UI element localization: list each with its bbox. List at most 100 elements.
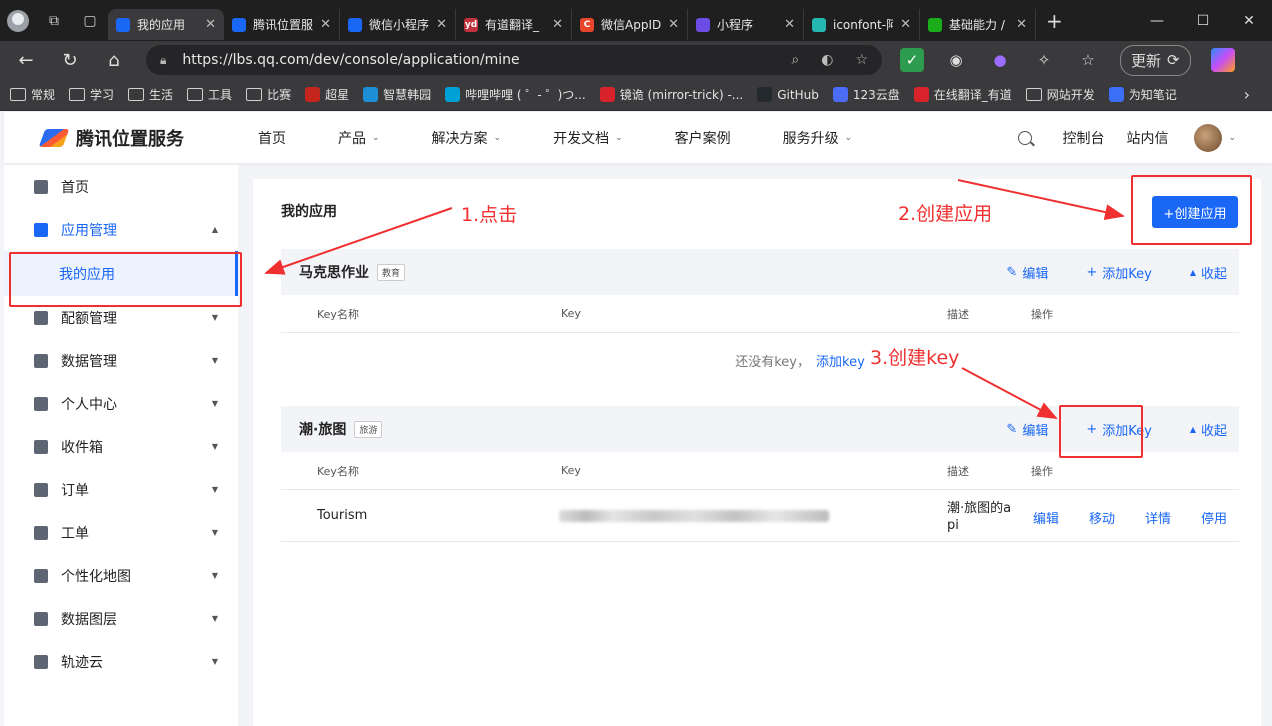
- tab-close-icon[interactable]: ✕: [552, 17, 563, 32]
- sidebar-item[interactable]: 工单 ▼: [4, 511, 238, 554]
- lock-icon[interactable]: 🔒︎: [160, 53, 166, 68]
- zoom-search-icon[interactable]: ⌕: [791, 52, 799, 68]
- bookmark-item[interactable]: 哔哩哔哩 ( ゜- ゜)つ...: [445, 86, 586, 103]
- empty-state: 还没有key， 添加key: [281, 333, 1239, 387]
- bookmark-item[interactable]: 智慧韩园: [363, 86, 431, 103]
- console-link[interactable]: 控制台: [1062, 128, 1104, 148]
- back-icon[interactable]: ←: [4, 50, 48, 71]
- nav-item[interactable]: 服务升级 ⌄: [757, 112, 879, 163]
- nav-item[interactable]: 解决方案 ⌄: [406, 112, 528, 163]
- bookmark-label: 比赛: [267, 88, 292, 102]
- plus-icon: +: [1086, 264, 1098, 280]
- browser-tab[interactable]: iconfont-阿 ✕: [804, 9, 920, 40]
- pencil-icon: ✎: [1006, 264, 1018, 280]
- browser-tab[interactable]: 腾讯位置服 ✕: [224, 9, 340, 40]
- reload-icon[interactable]: ↻: [48, 50, 92, 71]
- bookmarks-more-icon[interactable]: ›: [1244, 85, 1250, 104]
- messages-link[interactable]: 站内信: [1126, 128, 1168, 148]
- extension-owl-icon[interactable]: ◉: [944, 48, 968, 72]
- bookmark-label: 为知笔记: [1128, 88, 1177, 102]
- tab-close-icon[interactable]: ✕: [436, 17, 447, 32]
- nav-item[interactable]: 开发文档 ⌄: [527, 112, 649, 163]
- maximize-button[interactable]: ☐: [1180, 13, 1226, 29]
- user-menu[interactable]: ⌄: [1190, 123, 1236, 152]
- nav-item[interactable]: 首页: [232, 112, 312, 163]
- translate-icon[interactable]: ◐: [821, 52, 833, 68]
- bookmark-item[interactable]: 镜诡 (mirror-trick) -...: [599, 86, 743, 103]
- chevron-down-icon: ⌄: [493, 132, 502, 143]
- bookmark-item[interactable]: 常规: [10, 86, 55, 103]
- bookmark-item[interactable]: 学习: [69, 86, 114, 103]
- tab-close-icon[interactable]: ✕: [784, 17, 795, 32]
- sidebar-item[interactable]: 首页: [4, 165, 238, 208]
- tab-actions-icon[interactable]: ▢: [72, 0, 108, 41]
- bookmark-item[interactable]: 生活: [128, 86, 173, 103]
- browser-tab[interactable]: 基础能力 / ✕: [920, 9, 1036, 40]
- favorite-star-icon[interactable]: ☆: [855, 52, 868, 68]
- extensions-puzzle-icon[interactable]: ✧: [1032, 48, 1056, 72]
- bookmark-item[interactable]: GitHub: [757, 87, 819, 102]
- browser-tab[interactable]: 小程序 ✕: [688, 9, 804, 40]
- tab-close-icon[interactable]: ✕: [900, 17, 911, 32]
- browser-tab[interactable]: 微信小程序 ✕: [340, 9, 456, 40]
- browser-tab[interactable]: yd 有道翻译_ ✕: [456, 9, 572, 40]
- collapse-button[interactable]: ▲ 收起: [1190, 263, 1227, 282]
- sidebar-item[interactable]: 数据管理 ▼: [4, 339, 238, 382]
- edit-app-button[interactable]: ✎ 编辑: [1006, 420, 1048, 439]
- collapse-button[interactable]: ▲ 收起: [1190, 420, 1227, 439]
- site-logo[interactable]: 腾讯位置服务: [40, 125, 184, 151]
- row-edit-link[interactable]: 编辑: [1033, 508, 1059, 527]
- shield-extension-icon[interactable]: ✓: [900, 48, 924, 72]
- row-move-link[interactable]: 移动: [1089, 508, 1115, 527]
- favorites-icon[interactable]: ☆: [1076, 48, 1100, 72]
- tab-close-icon[interactable]: ✕: [320, 17, 331, 32]
- sidebar-item[interactable]: 轨迹云 ▼: [4, 640, 238, 683]
- bookmark-item[interactable]: 超星: [305, 86, 349, 103]
- copilot-icon[interactable]: [1210, 48, 1235, 72]
- caret-down-icon: ▼: [211, 356, 218, 365]
- tab-close-icon[interactable]: ✕: [1016, 17, 1027, 32]
- extension-face-icon[interactable]: ●: [988, 48, 1012, 72]
- sidebar-item[interactable]: 收件箱 ▼: [4, 425, 238, 468]
- tab-close-icon[interactable]: ✕: [205, 17, 216, 32]
- tab-title: 微信AppID: [601, 18, 662, 32]
- sidebar-item[interactable]: 应用管理 ▲: [4, 208, 238, 251]
- chevron-down-icon: ⌄: [1228, 132, 1236, 143]
- profile-button[interactable]: [0, 0, 36, 41]
- tab-close-icon[interactable]: ✕: [668, 17, 679, 32]
- bookmark-item[interactable]: 123云盘: [832, 86, 900, 103]
- sidebar-item[interactable]: 个人中心 ▼: [4, 382, 238, 425]
- bookmark-item[interactable]: 网站开发: [1025, 86, 1095, 103]
- bookmark-item[interactable]: 比赛: [246, 86, 291, 103]
- bookmark-item[interactable]: 工具: [187, 86, 232, 103]
- row-disable-link[interactable]: 停用: [1201, 508, 1227, 527]
- update-icon: ⟳: [1167, 51, 1180, 69]
- update-button[interactable]: 更新 ⟳: [1120, 44, 1191, 76]
- search-icon[interactable]: [1018, 130, 1033, 145]
- edit-app-button[interactable]: ✎ 编辑: [1006, 263, 1048, 282]
- new-tab-button[interactable]: +: [1046, 9, 1063, 33]
- bookmark-item[interactable]: 在线翻译_有道: [913, 86, 1012, 103]
- bookmark-item[interactable]: 为知笔记: [1108, 86, 1177, 103]
- url-text[interactable]: https://lbs.qq.com/dev/console/applicati…: [182, 52, 769, 68]
- browser-tab[interactable]: 我的应用 ✕: [108, 9, 224, 40]
- workspaces-icon[interactable]: ⧉: [36, 0, 72, 41]
- close-window-button[interactable]: ✕: [1226, 13, 1272, 29]
- tab-favicon-icon: [928, 17, 942, 32]
- minimize-button[interactable]: —: [1134, 13, 1180, 29]
- sidebar-item[interactable]: 订单 ▼: [4, 468, 238, 511]
- row-details-link[interactable]: 详情: [1145, 508, 1171, 527]
- nav-item[interactable]: 客户案例: [649, 112, 757, 163]
- add-key-button[interactable]: + 添加Key: [1086, 263, 1151, 282]
- sidebar-item[interactable]: 个性化地图 ▼: [4, 554, 238, 597]
- sidebar-item[interactable]: 数据图层 ▼: [4, 597, 238, 640]
- url-bar[interactable]: 🔒︎ https://lbs.qq.com/dev/console/applic…: [146, 45, 882, 75]
- home-icon[interactable]: ⌂: [92, 50, 136, 71]
- browser-tab[interactable]: C 微信AppID ✕: [572, 9, 688, 40]
- nav-item[interactable]: 产品 ⌄: [312, 112, 406, 163]
- add-key-label: 添加Key: [1102, 266, 1152, 282]
- logo-text: 腾讯位置服务: [76, 128, 184, 150]
- sidebar: 首页 应用管理 ▲ 我的应用 配额管理 ▼ 数据管理 ▼ 个人中心 ▼ 收件箱 ▼ 订单 ▼ 工单 ▼ 个性化地…: [4, 165, 238, 726]
- add-key-link[interactable]: 添加key: [816, 351, 865, 370]
- tab-favicon-icon: [348, 17, 362, 32]
